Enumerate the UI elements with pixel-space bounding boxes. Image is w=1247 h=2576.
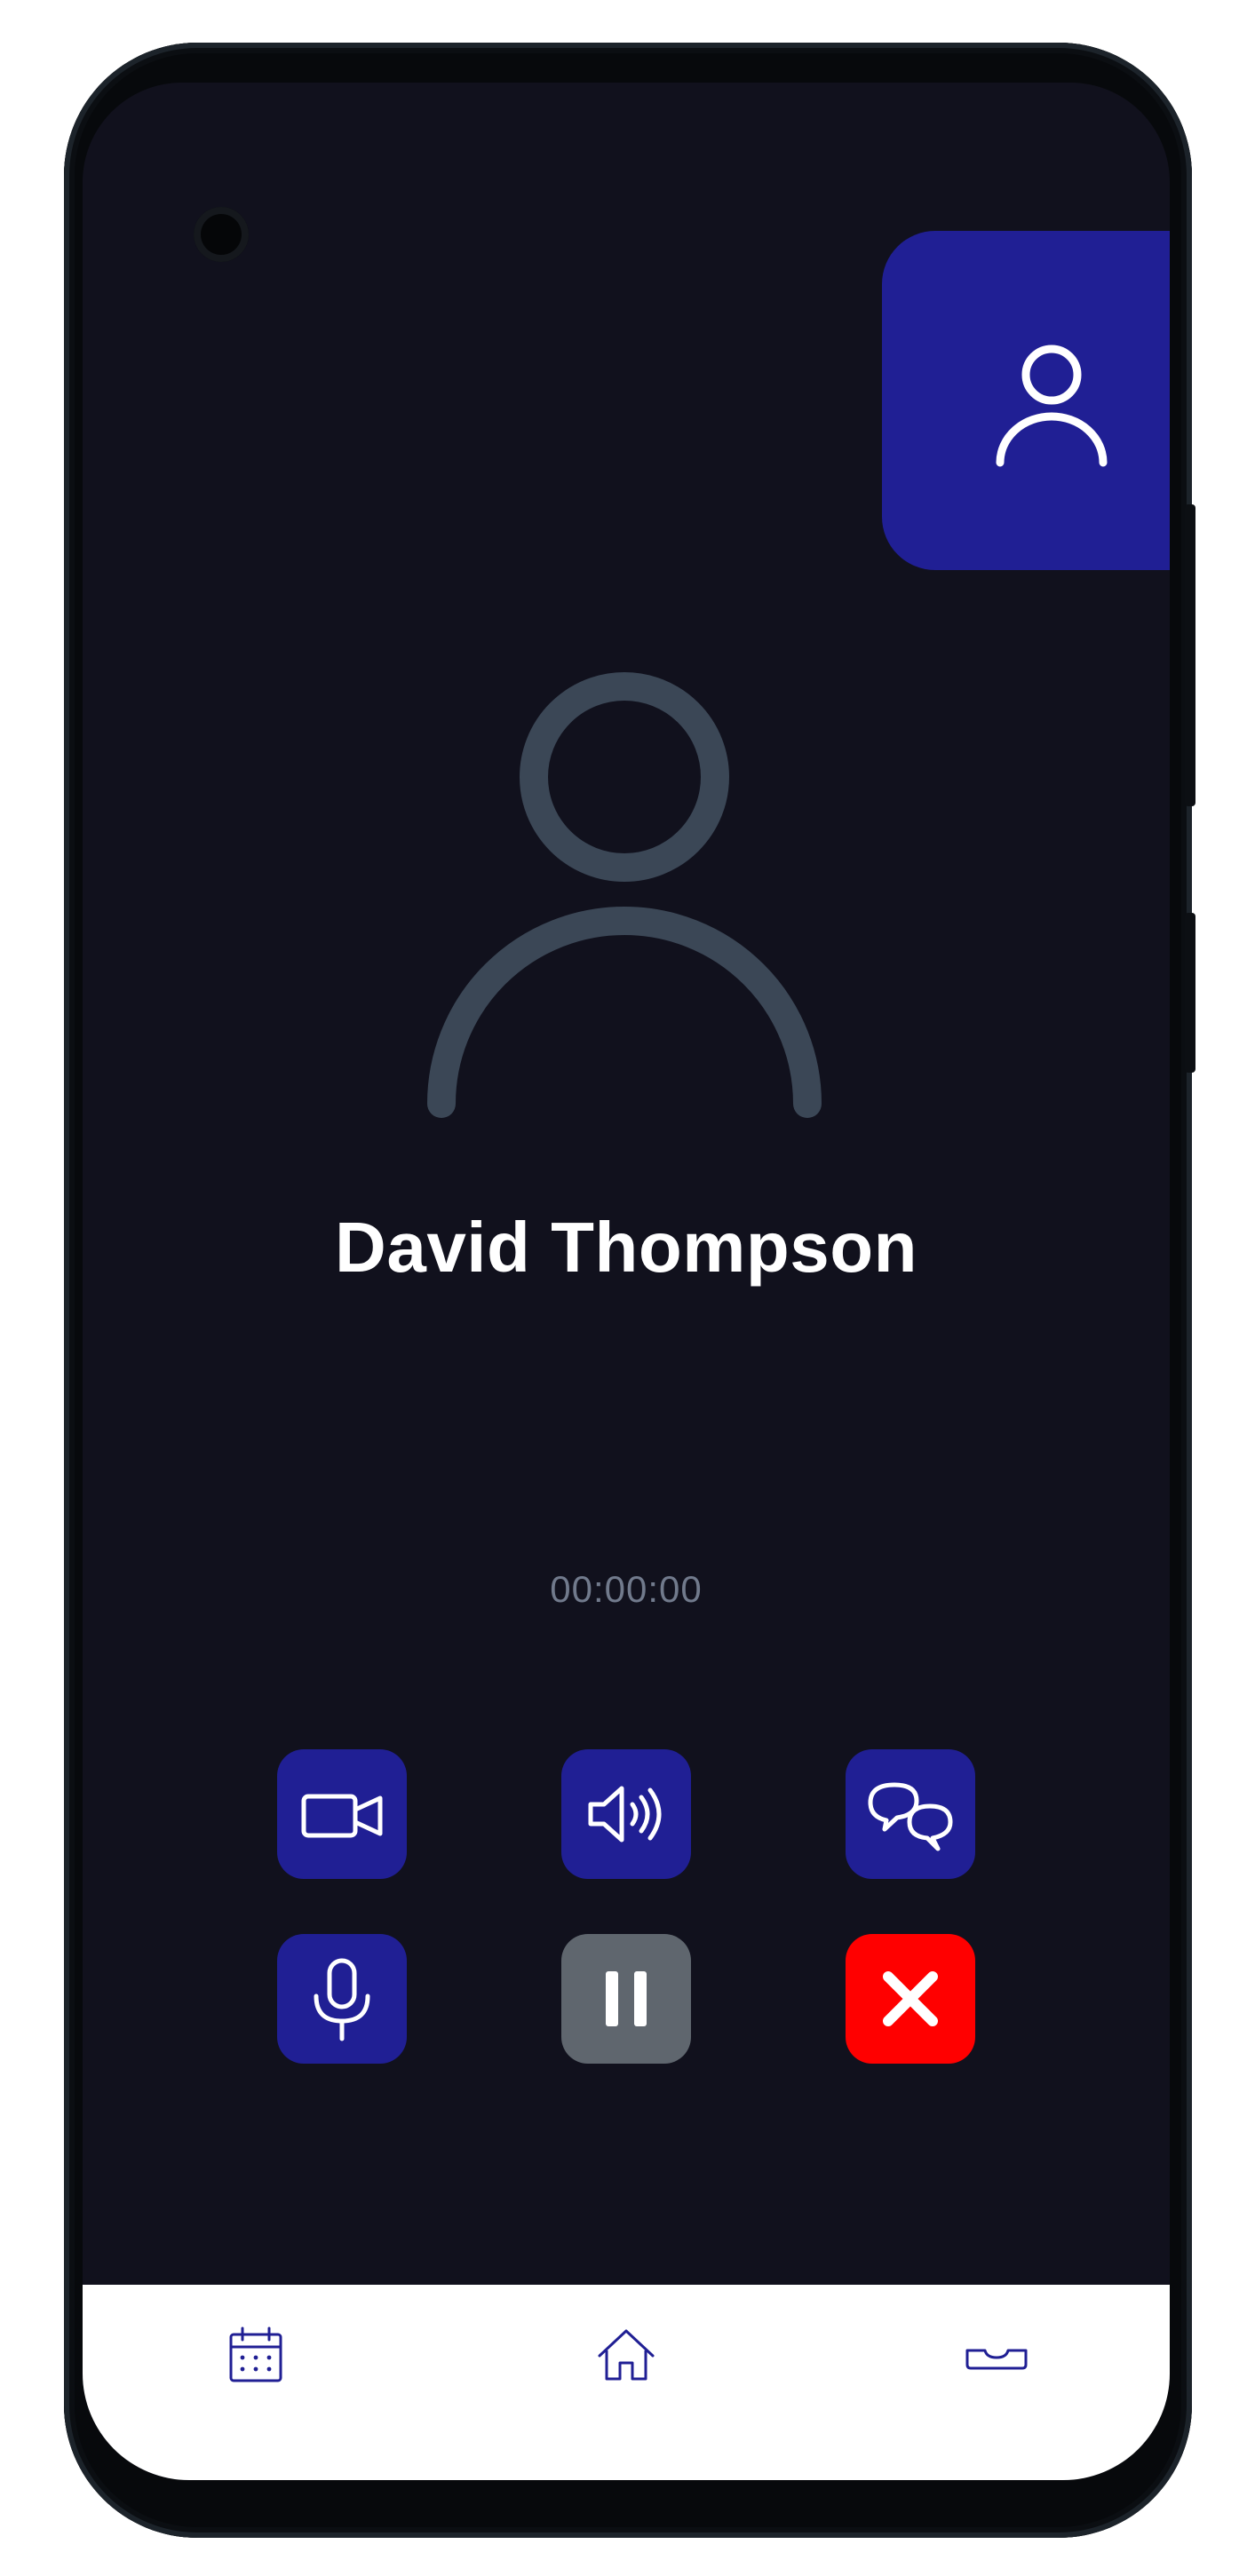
pause-icon	[606, 1971, 647, 2026]
mute-button[interactable]	[277, 1934, 407, 2064]
video-camera-icon	[301, 1794, 383, 1838]
inbox-tray-icon	[965, 2349, 1028, 2370]
nav-item-calendar[interactable]	[216, 2315, 296, 2395]
nav-item-home[interactable]	[586, 2315, 666, 2395]
end-call-button[interactable]	[846, 1934, 975, 2064]
video-button[interactable]	[277, 1749, 407, 1879]
nav-item-inbox[interactable]	[957, 2315, 1037, 2395]
chat-bubbles-icon	[868, 1782, 953, 1851]
user-icon	[996, 345, 1108, 467]
speaker-button[interactable]	[561, 1749, 691, 1879]
chat-button[interactable]	[846, 1749, 975, 1879]
volume-button	[1185, 504, 1195, 806]
calendar-icon	[229, 2326, 282, 2382]
caller-avatar-icon	[427, 672, 822, 1118]
call-screen: David Thompson 00:00:00	[83, 83, 1170, 2480]
bottom-navigation	[83, 2285, 1170, 2480]
speaker-icon	[588, 1786, 662, 1843]
power-button	[1185, 913, 1195, 1073]
self-view-tile[interactable]	[882, 231, 1170, 570]
hold-button[interactable]	[561, 1934, 691, 2064]
close-icon	[883, 1971, 938, 2026]
home-icon	[598, 2329, 655, 2381]
front-camera	[194, 207, 249, 262]
call-timer: 00:00:00	[550, 1568, 703, 1610]
caller-name: David Thompson	[335, 1208, 917, 1287]
microphone-icon	[314, 1958, 370, 2041]
